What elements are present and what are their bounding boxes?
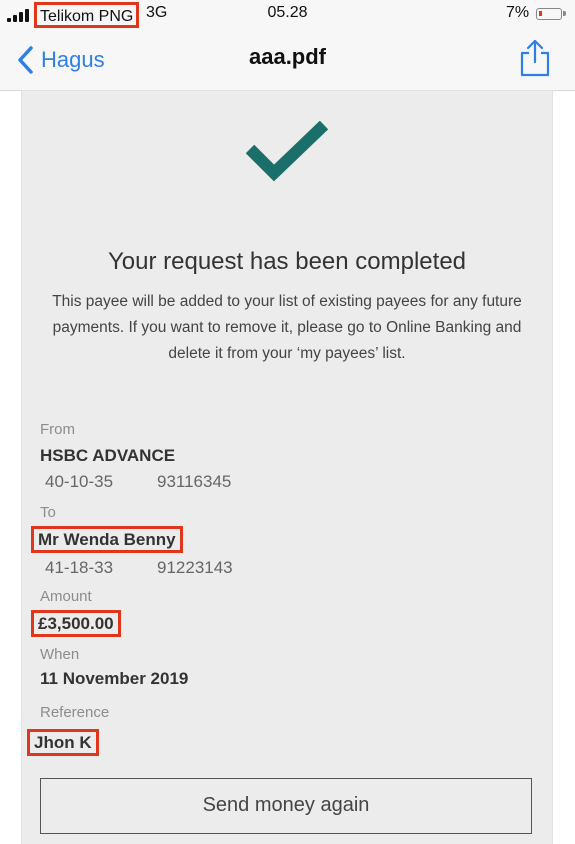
to-label: To (40, 504, 56, 521)
pdf-viewer[interactable]: Your request has been completed This pay… (0, 91, 575, 844)
from-label: From (40, 421, 75, 438)
to-sort-code: 41-18-33 (45, 558, 114, 577)
reference-label: Reference (40, 704, 110, 721)
battery-percent: 7% (506, 4, 530, 21)
reference-value: Jhon K (27, 729, 99, 756)
document-title: aaa.pdf (248, 44, 327, 69)
status-time: 05.28 (267, 4, 308, 21)
send-money-again-button[interactable]: Send money again (40, 778, 532, 834)
when-label: When (40, 646, 80, 663)
to-account-number: 91223143 (157, 558, 233, 577)
battery-icon (536, 8, 566, 20)
pdf-page: Your request has been completed This pay… (22, 91, 552, 844)
amount-label: Amount (40, 588, 92, 605)
from-account-number: 93116345 (157, 472, 232, 491)
when-date: 11 November 2019 (40, 669, 189, 688)
to-payee-name: Mr Wenda Benny (31, 526, 183, 553)
confirmation-headline: Your request has been completed (107, 248, 467, 275)
amount-value: £3,500.00 (31, 610, 121, 637)
share-icon[interactable] (518, 38, 552, 78)
from-sort-code: 40-10-35 (45, 472, 114, 491)
status-bar: Telikom PNG 3G 05.28 7% (0, 0, 575, 30)
from-account-name: HSBC ADVANCE (40, 446, 176, 465)
confirmation-description: This payee will be added to your list of… (52, 293, 522, 362)
checkmark-icon (246, 121, 329, 182)
amount-highlight: £3,500.00 (31, 610, 121, 637)
navigation-bar: Hagus aaa.pdf (0, 30, 575, 91)
payee-name-highlight: Mr Wenda Benny (31, 526, 183, 553)
reference-highlight: Jhon K (27, 729, 99, 756)
